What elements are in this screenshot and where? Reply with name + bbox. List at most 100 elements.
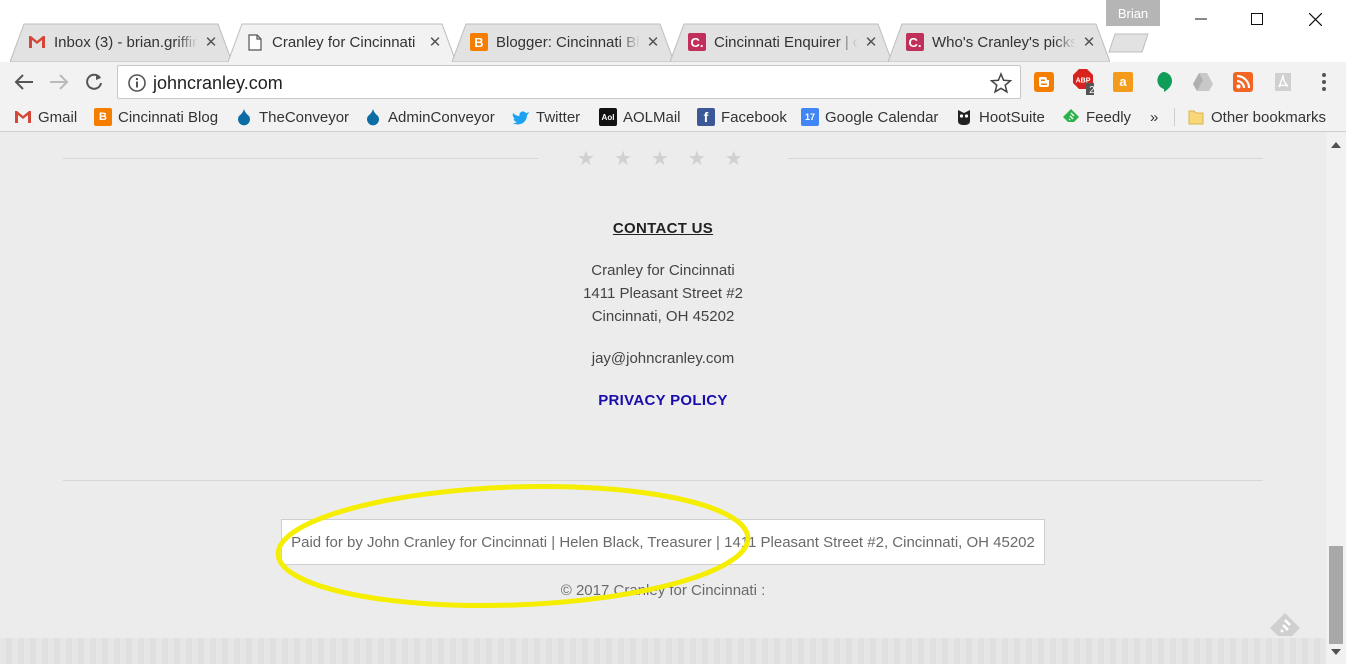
profile-button[interactable]: Brian <box>1106 0 1160 26</box>
minimize-icon <box>1195 18 1207 20</box>
tab-title: Blogger: Cincinnati Blog <box>496 33 640 51</box>
new-tab-button[interactable] <box>1108 33 1150 58</box>
feedly-float-icon[interactable] <box>1268 611 1302 645</box>
scrollbar-thumb[interactable] <box>1329 546 1343 644</box>
scroll-down-arrow-icon <box>1331 649 1341 655</box>
aol-icon: Aol <box>599 108 617 126</box>
close-tab-icon[interactable]: ✕ <box>204 33 218 51</box>
minimize-button[interactable] <box>1172 0 1230 38</box>
rss-extension[interactable] <box>1232 71 1254 93</box>
privacy-policy-link[interactable]: PRIVACY POLICY <box>0 392 1326 409</box>
forward-button[interactable] <box>45 68 73 96</box>
tab-blogger[interactable]: B Blogger: Cincinnati Blog ✕ <box>452 23 674 62</box>
bookmark-facebook[interactable]: f Facebook <box>697 107 787 127</box>
bookmark-google-calendar[interactable]: 17 Google Calendar <box>801 107 938 127</box>
rss-icon <box>1233 72 1253 92</box>
bookmark-star-icon[interactable] <box>990 72 1012 94</box>
hangouts-extension[interactable] <box>1152 71 1174 93</box>
bookmark-label: Facebook <box>721 108 787 126</box>
bookmark-theconveyor[interactable]: TheConveyor <box>235 107 349 127</box>
divider <box>788 158 1263 159</box>
close-window-icon <box>1308 12 1322 26</box>
google-drive-extension[interactable] <box>1192 71 1214 93</box>
bookmark-label: Twitter <box>536 108 581 126</box>
google-drive-icon <box>1193 73 1213 91</box>
other-bookmarks-folder[interactable]: Other bookmarks <box>1187 107 1326 127</box>
facebook-icon: f <box>697 108 715 126</box>
new-tab-icon <box>1108 33 1149 53</box>
amazon-extension[interactable]: a <box>1112 71 1134 93</box>
forward-arrow-icon <box>50 74 69 90</box>
enquirer-icon: C. <box>688 33 706 51</box>
star-icon: ★ <box>724 148 743 170</box>
url-text: johncranley.com <box>153 73 283 93</box>
address-bar[interactable]: johncranley.com <box>117 65 1021 99</box>
bookmark-label: AOLMail <box>623 108 681 126</box>
close-tab-icon[interactable]: ✕ <box>646 33 660 51</box>
close-window-button[interactable] <box>1286 0 1344 38</box>
reload-icon <box>86 73 102 90</box>
tab-cranley[interactable]: Cranley for Cincinnati ✕ <box>228 23 456 62</box>
adblock-icon: ABP 2 <box>1073 69 1094 96</box>
tab-cranley-picks[interactable]: C. Who's Cranley's picks ✕ <box>888 23 1110 62</box>
maximize-icon <box>1251 13 1263 25</box>
bookmarks-overflow-button[interactable]: » <box>1150 107 1158 127</box>
star-icon: ★ <box>687 148 706 170</box>
tab-title: Cranley for Cincinnati <box>272 33 416 51</box>
bookmark-feedly[interactable]: Feedly <box>1062 107 1131 127</box>
footer-strip <box>0 638 1326 664</box>
calendar-day: 17 <box>804 112 815 122</box>
star-icon: ★ <box>650 148 669 170</box>
blogger-icon <box>1034 72 1054 92</box>
chrome-menu-button[interactable] <box>1313 71 1335 93</box>
info-icon[interactable] <box>127 73 147 93</box>
pdf-extension[interactable] <box>1272 71 1294 93</box>
close-tab-icon[interactable]: ✕ <box>428 33 442 51</box>
more-vertical-icon <box>1322 73 1326 91</box>
adblock-plus-extension[interactable]: ABP 2 <box>1072 69 1094 96</box>
gmail-icon <box>14 108 32 126</box>
close-tab-icon[interactable]: ✕ <box>1082 33 1096 51</box>
maximize-button[interactable] <box>1228 0 1286 38</box>
bookmark-label: Google Calendar <box>825 108 939 126</box>
bookmark-hootsuite[interactable]: HootSuite <box>955 107 1045 127</box>
bookmark-gmail[interactable]: Gmail <box>14 107 77 127</box>
tab-enquirer[interactable]: C. Cincinnati Enquirer | cin ✕ <box>670 23 892 62</box>
contact-us-heading: CONTACT US <box>612 220 714 237</box>
hootsuite-icon <box>955 108 973 126</box>
page-icon <box>246 33 264 51</box>
close-tab-icon[interactable]: ✕ <box>864 33 878 51</box>
folder-icon <box>1187 108 1205 126</box>
blogger-icon: B <box>470 33 488 51</box>
pdf-icon <box>1275 73 1291 91</box>
tab-inbox[interactable]: Inbox (3) - brian.griffin@ ✕ <box>10 23 232 62</box>
rating-stars: ★ ★ ★ ★ ★ <box>577 149 743 169</box>
star-icon: ★ <box>613 148 632 170</box>
bookmarks-divider <box>1174 108 1175 126</box>
bookmark-twitter[interactable]: Twitter <box>512 107 580 127</box>
bookmark-label: Gmail <box>38 108 78 126</box>
blogger-icon: B <box>94 108 112 126</box>
divider <box>63 480 1263 481</box>
reload-button[interactable] <box>80 68 108 96</box>
bookmark-cincinnati-blog[interactable]: B Cincinnati Blog <box>94 107 218 127</box>
scroll-down-button[interactable] <box>1326 644 1346 660</box>
adblock-badge-count: 2 <box>1089 85 1094 96</box>
bookmark-aolmail[interactable]: Aol AOLMail <box>599 107 681 127</box>
bookmark-label: Feedly <box>1086 108 1132 126</box>
back-button[interactable] <box>10 68 38 96</box>
bookmarks-bar: Gmail B Cincinnati Blog TheConveyor Admi… <box>0 102 1346 132</box>
blogger-extension[interactable] <box>1033 71 1055 93</box>
divider <box>63 158 538 159</box>
address-line-3: Cincinnati, OH 45202 <box>591 308 735 325</box>
vertical-scrollbar[interactable] <box>1326 133 1346 664</box>
bookmark-adminconveyor[interactable]: AdminConveyor <box>364 107 495 127</box>
bookmark-label: AdminConveyor <box>388 108 495 126</box>
enquirer-icon: C. <box>906 33 924 51</box>
address-line-2: 1411 Pleasant Street #2 <box>583 285 743 302</box>
amazon-icon: a <box>1113 72 1133 92</box>
calendar-icon: 17 <box>801 108 819 126</box>
star-icon: ★ <box>577 148 595 170</box>
scroll-up-button[interactable] <box>1326 137 1346 153</box>
bookmark-label: HootSuite <box>979 108 1045 126</box>
